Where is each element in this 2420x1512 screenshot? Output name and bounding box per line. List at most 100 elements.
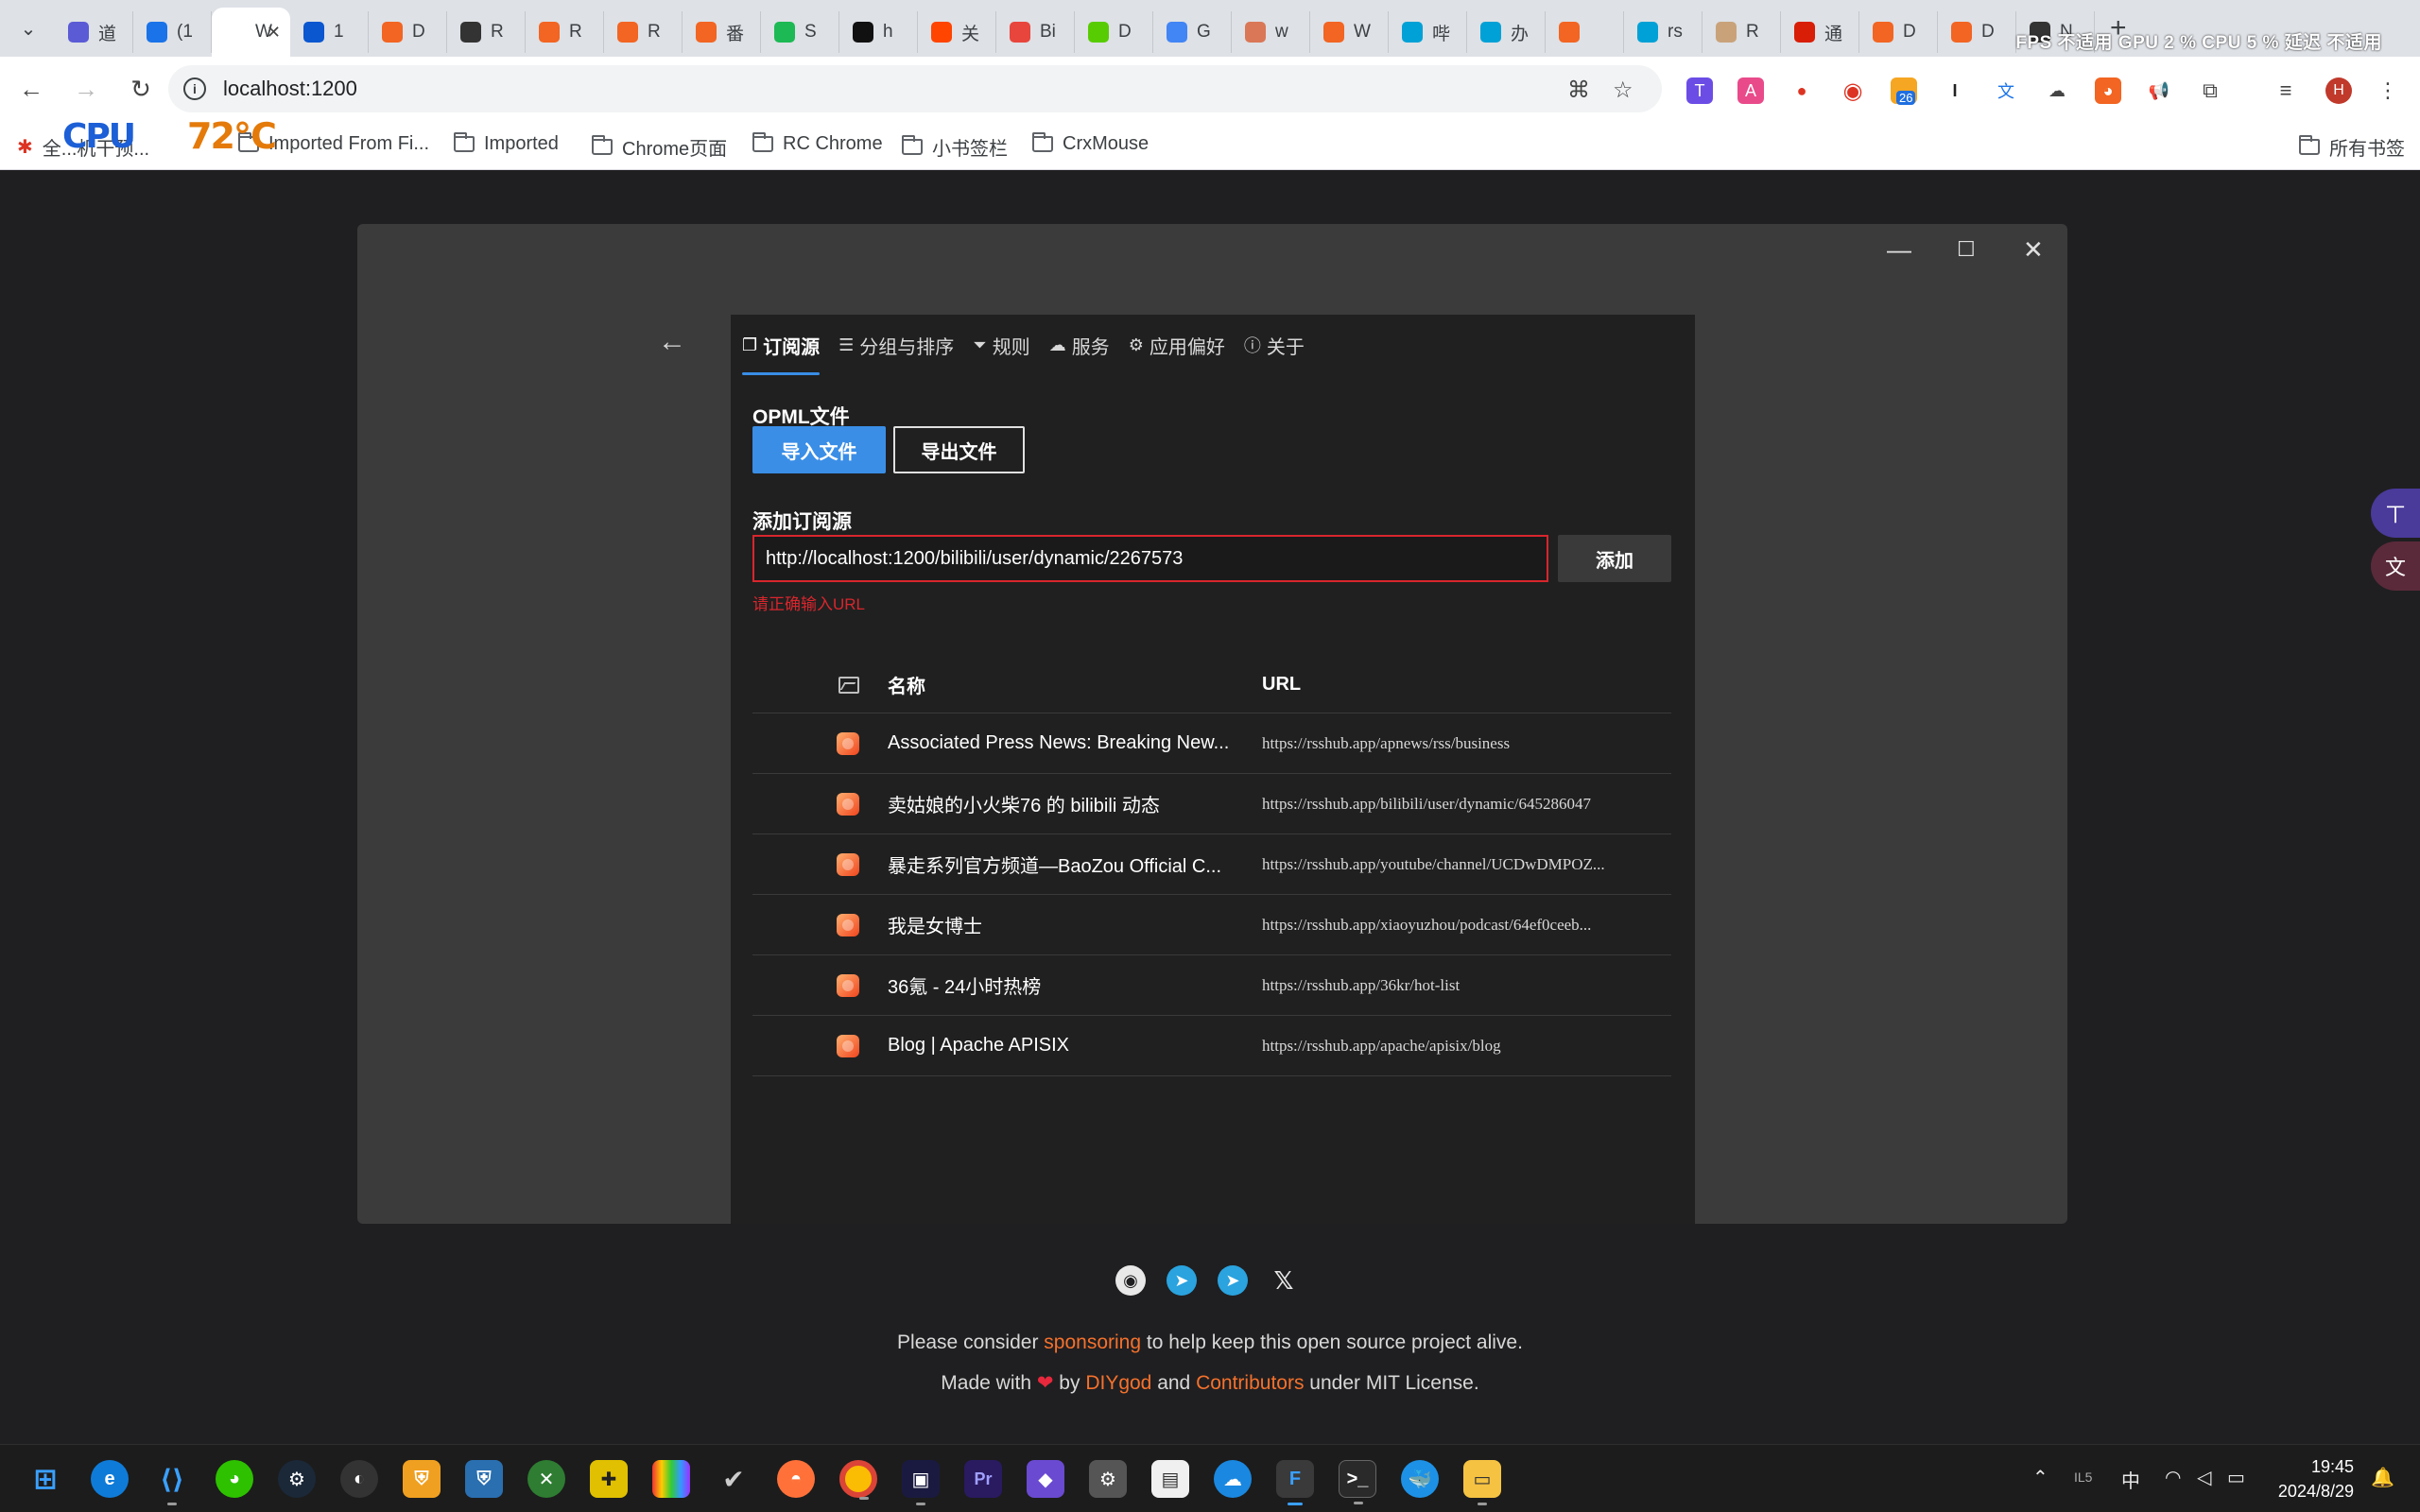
browser-tab[interactable]: R [526,11,604,53]
back-arrow-icon[interactable]: ← [658,326,686,358]
extension-t-icon[interactable]: T [1686,77,1713,104]
extension-record-icon[interactable]: ● [1789,77,1815,104]
browser-tab[interactable]: 1 [290,11,369,53]
sponsoring-link[interactable]: sponsoring [1044,1332,1141,1353]
tab-cloud[interactable]: ☁ 服务 [1049,315,1129,375]
floating-translate-button[interactable]: 文 [2371,541,2420,591]
ime-indicator[interactable]: 中 [2121,1466,2140,1493]
tray-overflow-icon[interactable]: ⌃ [2032,1466,2048,1489]
wechat-icon[interactable]: ◕ [216,1460,253,1498]
battery-icon[interactable]: ▭ [2227,1466,2245,1489]
vscode-icon[interactable]: ⟨⟩ [153,1460,191,1505]
bookmark-folder[interactable]: Chrome页面 [592,133,727,161]
add-source-button[interactable]: 添加 [1558,535,1671,582]
browser-tab[interactable]: 关 [918,11,996,53]
reading-list-icon[interactable]: ≡ [2273,77,2299,104]
floating-t-button[interactable]: ㄒ [2371,489,2420,538]
system-clock[interactable]: 19:45 2024/8/29 [2278,1454,2354,1503]
close-icon[interactable]: ✕ [2023,235,2044,265]
table-row[interactable]: 我是女博士 https://rsshub.app/xiaoyuzhou/podca… [752,895,1671,955]
maximize-icon[interactable]: ☐ [1957,237,1976,262]
x-twitter-icon[interactable]: 𝕏 [1269,1265,1299,1296]
premiere-icon[interactable]: Pr [964,1460,1002,1498]
browser-tab[interactable]: D [369,11,447,53]
bookmark-folder[interactable]: RC Chrome [752,132,883,155]
bookmark-folder[interactable]: CrxMouse [1032,132,1149,155]
browser-menu-icon[interactable]: ⋮ [2375,77,2401,104]
extension-translate2-icon[interactable]: 文 [1993,77,2019,104]
table-row[interactable]: 36氪 - 24小时热榜 https://rsshub.app/36kr/hot-… [752,955,1671,1016]
wifi-icon[interactable]: ◠ [2165,1466,2181,1489]
browser-tab[interactable]: R [447,11,526,53]
table-row[interactable]: Associated Press News: Breaking New... ht… [752,713,1671,774]
extensions-puzzle-icon[interactable]: ⧉ [2197,77,2223,104]
reload-button[interactable]: ↻ [117,65,164,112]
table-row[interactable]: 卖姑娘的小火柴76 的 bilibili 动态 https://rsshub.ap… [752,774,1671,834]
bookmark-folder[interactable]: Imported [454,132,559,155]
obs-icon[interactable]: ◐ [340,1460,378,1498]
browser-tab[interactable]: D [1075,11,1153,53]
chrome-icon[interactable] [839,1460,877,1500]
notepad-icon[interactable]: ▤ [1151,1460,1189,1498]
github-icon[interactable]: ◉ [1115,1265,1146,1296]
tools-app-icon[interactable]: ⚙ [1089,1460,1127,1498]
table-row[interactable]: 暴走系列官方频道—BaoZou Official C... https://rss… [752,834,1671,895]
browser-tab[interactable]: w [1232,11,1310,53]
tab-rss-feed[interactable]: ❐ 订阅源 [742,315,838,375]
browser-tab[interactable]: (1 [133,11,212,53]
file-explorer-icon[interactable]: ▭ [1463,1460,1501,1505]
tab-list[interactable]: ☰ 分组与排序 [838,315,973,375]
address-bar[interactable]: i localhost:1200 ⌘ ☆ [168,65,1662,112]
extension-megaphone-icon[interactable]: 📢 [2146,77,2172,104]
terminal-icon[interactable]: >_ [1339,1460,1376,1504]
browser-tab[interactable]: W [1310,11,1389,53]
browser-tab[interactable]: R [1703,11,1781,53]
firefox-icon[interactable]: ◓ [777,1460,815,1498]
notification-bell-icon[interactable]: 🔔 [2371,1466,2394,1489]
start-menu-icon[interactable]: ⊞ [26,1460,64,1498]
tab-close-icon[interactable]: ✕ [267,23,281,43]
xbox-icon[interactable]: ✕ [527,1460,565,1498]
url-column-header[interactable]: URL [1262,674,1671,696]
tab-gear[interactable]: ⚙ 应用偏好 [1129,315,1244,375]
browser-tab[interactable] [1546,11,1624,53]
all-bookmarks-folder[interactable]: 所有书签 [2299,133,2405,161]
extension-translate-icon[interactable]: A [1737,77,1764,104]
profile-avatar[interactable]: H [2325,77,2352,104]
edge-icon[interactable]: e [91,1460,129,1498]
site-info-icon[interactable]: i [183,77,206,100]
contributors-link[interactable]: Contributors [1196,1372,1304,1394]
browser-tab[interactable]: 办 [1467,11,1546,53]
steam-icon[interactable]: ⚙ [278,1460,316,1498]
check-app-icon[interactable]: ✔ [715,1460,752,1498]
extension-cloud-icon[interactable]: ☁ [2044,77,2070,104]
translate-icon[interactable]: ⌘ [1567,77,1590,104]
bookmark-star-icon[interactable]: ☆ [1613,77,1634,104]
browser-tab[interactable]: rs [1624,11,1703,53]
browser-tab[interactable]: Bi [996,11,1075,53]
browser-tab[interactable]: S [761,11,839,53]
shield-icon[interactable]: ⛨ [403,1460,441,1498]
telegram-channel-icon[interactable]: ➤ [1218,1265,1248,1296]
browser-tab[interactable]: G [1153,11,1232,53]
fluent-reader-icon[interactable]: F [1276,1460,1314,1505]
extension-circle-icon[interactable]: ◉ [1840,77,1866,104]
import-file-button[interactable]: 导入文件 [752,426,886,473]
browser-tab[interactable]: 道 [55,11,133,53]
browser-tab[interactable]: D [1859,11,1938,53]
author-link[interactable]: DIYgod [1085,1372,1151,1394]
name-column-header[interactable]: 名称 [888,671,1262,698]
puzzle-app-icon[interactable]: ✚ [590,1460,628,1498]
table-row[interactable]: Blog | Apache APISIX https://rsshub.app/a… [752,1016,1671,1076]
browser-tab[interactable]: 通 [1781,11,1859,53]
browser-tab[interactable]: W ✕ [212,8,290,57]
volume-icon[interactable]: ◁ [2197,1466,2211,1489]
tab-filter[interactable]: ⏷ 规则 [973,315,1048,375]
extension-i-icon[interactable]: I [1942,77,1968,104]
browser-tab[interactable]: 哔 [1389,11,1467,53]
extension-badge-icon[interactable]: 26 [1891,77,1917,105]
browser-tab[interactable]: D [1938,11,2016,53]
extension-rss-icon[interactable]: ◕ [2095,77,2121,104]
browser-tab[interactable]: h [839,11,918,53]
minimize-icon[interactable]: — [1887,235,1911,265]
